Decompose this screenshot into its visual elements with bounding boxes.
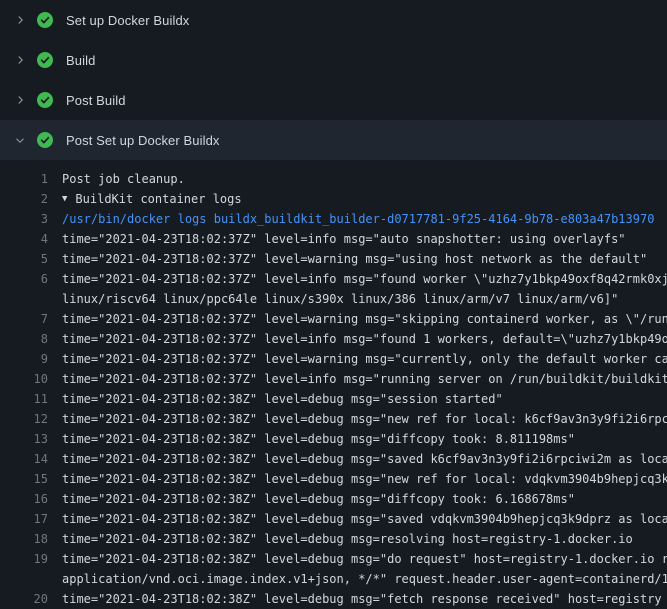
log-line: 19 time="2021-04-23T18:02:38Z" level=debu… [0, 549, 667, 569]
log-line: 11 time="2021-04-23T18:02:38Z" level=debu… [0, 389, 667, 409]
log-text: time="2021-04-23T18:02:37Z" level=warnin… [62, 309, 667, 329]
log-line: 5 time="2021-04-23T18:02:37Z" level=warni… [0, 249, 667, 269]
step-section-label: Build [66, 53, 95, 68]
line-number[interactable]: 13 [0, 429, 48, 449]
log-line: 12 time="2021-04-23T18:02:38Z" level=debu… [0, 409, 667, 429]
log-text: time="2021-04-23T18:02:38Z" level=debug … [62, 389, 503, 409]
line-number[interactable]: 10 [0, 369, 48, 389]
check-circle-icon [37, 132, 53, 148]
log-line: 10 time="2021-04-23T18:02:37Z" level=info… [0, 369, 667, 389]
log-area: 1 Post job cleanup. 2 ▼ BuildKit container l… [0, 160, 667, 609]
log-line: 1 Post job cleanup. [0, 169, 667, 189]
line-number [0, 289, 48, 309]
log-line: 16 time="2021-04-23T18:02:38Z" level=debu… [0, 489, 667, 509]
log-text: application/vnd.oci.image.index.v1+json,… [62, 569, 667, 589]
step-section-label: Post Set up Docker Buildx [66, 133, 220, 148]
log-text: BuildKit container logs [75, 189, 241, 209]
line-number[interactable]: 19 [0, 549, 48, 569]
log-line: application/vnd.oci.image.index.v1+json,… [0, 569, 667, 589]
group-expand-icon[interactable]: ▼ [62, 189, 67, 209]
log-line: 9 time="2021-04-23T18:02:37Z" level=warni… [0, 349, 667, 369]
check-circle-icon [37, 92, 53, 108]
log-text: time="2021-04-23T18:02:37Z" level=info m… [62, 229, 626, 249]
chevron-right-icon [12, 54, 28, 66]
line-number[interactable]: 7 [0, 309, 48, 329]
log-text: time="2021-04-23T18:02:38Z" level=debug … [62, 529, 633, 549]
line-number[interactable]: 8 [0, 329, 48, 349]
line-number[interactable]: 1 [0, 169, 48, 189]
step-section-post-set-up-docker-buildx[interactable]: Post Set up Docker Buildx [0, 120, 667, 160]
log-text: time="2021-04-23T18:02:38Z" level=debug … [62, 549, 667, 569]
log-text: time="2021-04-23T18:02:37Z" level=warnin… [62, 349, 667, 369]
line-number[interactable]: 16 [0, 489, 48, 509]
log-text: time="2021-04-23T18:02:37Z" level=info m… [62, 329, 667, 349]
chevron-right-icon [12, 94, 28, 106]
line-number[interactable]: 11 [0, 389, 48, 409]
step-section-label: Post Build [66, 93, 126, 108]
line-number[interactable]: 9 [0, 349, 48, 369]
line-number [0, 569, 48, 589]
line-number[interactable]: 2 [0, 189, 48, 209]
log-line: 8 time="2021-04-23T18:02:37Z" level=info … [0, 329, 667, 349]
log-text: time="2021-04-23T18:02:38Z" level=debug … [62, 449, 667, 469]
log-text: linux/riscv64 linux/ppc64le linux/s390x … [62, 289, 618, 309]
log-line: 20 time="2021-04-23T18:02:38Z" level=debu… [0, 589, 667, 609]
step-section-label: Set up Docker Buildx [66, 13, 189, 28]
log-command-text: /usr/bin/docker logs buildx_buildkit_bui… [62, 209, 654, 229]
line-number[interactable]: 5 [0, 249, 48, 269]
log-text: time="2021-04-23T18:02:37Z" level=info m… [62, 369, 667, 389]
log-line: 7 time="2021-04-23T18:02:37Z" level=warni… [0, 309, 667, 329]
log-text: time="2021-04-23T18:02:38Z" level=debug … [62, 509, 667, 529]
steps-list: Set up Docker Buildx Build Post Build Post … [0, 0, 667, 160]
chevron-right-icon [12, 14, 28, 26]
log-line: linux/riscv64 linux/ppc64le linux/s390x … [0, 289, 667, 309]
step-section-post-build[interactable]: Post Build [0, 80, 667, 120]
step-section-set-up-docker-buildx[interactable]: Set up Docker Buildx [0, 0, 667, 40]
log-line: 13 time="2021-04-23T18:02:38Z" level=debu… [0, 429, 667, 449]
log-line: 3/usr/bin/docker logs buildx_buildkit_bu… [0, 209, 667, 229]
log-line: 15 time="2021-04-23T18:02:38Z" level=debu… [0, 469, 667, 489]
line-number[interactable]: 6 [0, 269, 48, 289]
check-circle-icon [37, 52, 53, 68]
line-number[interactable]: 4 [0, 229, 48, 249]
log-text: time="2021-04-23T18:02:37Z" level=warnin… [62, 249, 647, 269]
log-text: time="2021-04-23T18:02:38Z" level=debug … [62, 409, 667, 429]
line-number[interactable]: 18 [0, 529, 48, 549]
line-number[interactable]: 14 [0, 449, 48, 469]
chevron-down-icon [12, 134, 28, 146]
line-number[interactable]: 3 [0, 209, 48, 229]
check-circle-icon [37, 12, 53, 28]
log-line: 6 time="2021-04-23T18:02:37Z" level=info … [0, 269, 667, 289]
log-text: time="2021-04-23T18:02:38Z" level=debug … [62, 429, 575, 449]
step-section-build[interactable]: Build [0, 40, 667, 80]
log-text: time="2021-04-23T18:02:38Z" level=debug … [62, 469, 667, 489]
log-line: 2 ▼ BuildKit container logs [0, 189, 667, 209]
line-number[interactable]: 15 [0, 469, 48, 489]
log-line: 14 time="2021-04-23T18:02:38Z" level=debu… [0, 449, 667, 469]
log-line: 17 time="2021-04-23T18:02:38Z" level=debu… [0, 509, 667, 529]
line-number[interactable]: 17 [0, 509, 48, 529]
log-text: time="2021-04-23T18:02:37Z" level=info m… [62, 269, 667, 289]
log-line: 18 time="2021-04-23T18:02:38Z" level=debu… [0, 529, 667, 549]
log-text: Post job cleanup. [62, 169, 185, 189]
log-text: time="2021-04-23T18:02:38Z" level=debug … [62, 489, 575, 509]
line-number[interactable]: 20 [0, 589, 48, 609]
log-text: time="2021-04-23T18:02:38Z" level=debug … [62, 589, 662, 609]
log-line: 4 time="2021-04-23T18:02:37Z" level=info … [0, 229, 667, 249]
line-number[interactable]: 12 [0, 409, 48, 429]
